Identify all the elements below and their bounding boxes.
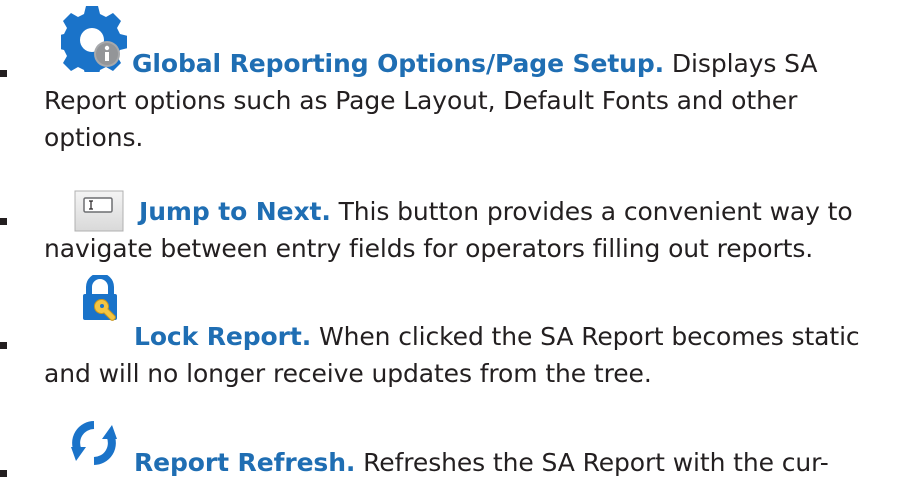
lock-report-icon[interactable] (80, 273, 120, 323)
list-item-lock-report: Lock Report. When clicked the SA Report … (0, 268, 909, 388)
list-item-text: Jump to Next. This button provides a con… (44, 193, 874, 267)
bullet-marker (0, 342, 7, 349)
bullet-marker (0, 470, 7, 477)
item-title: Global Reporting Options/Page Setup. (132, 49, 665, 78)
item-title: Lock Report. (134, 322, 312, 351)
item-description: Refreshes the SA Report with the cur- (355, 448, 829, 477)
list-item-text: Lock Report. When clicked the SA Report … (44, 318, 874, 392)
list-item-jump-to-next: Jump to Next. This button provides a con… (0, 148, 909, 263)
item-title: Report Refresh. (134, 448, 356, 477)
list-item-report-refresh: Report Refresh. Refreshes the SA Report … (0, 402, 909, 484)
bullet-marker (0, 70, 7, 77)
list-item-text: Global Reporting Options/Page Setup. Dis… (44, 45, 874, 156)
list-item-global-reporting-options: Global Reporting Options/Page Setup. Dis… (0, 0, 909, 152)
list-item-text: Report Refresh. Refreshes the SA Report … (44, 444, 874, 481)
item-title: Jump to Next. (139, 197, 331, 226)
bullet-marker (0, 218, 7, 225)
